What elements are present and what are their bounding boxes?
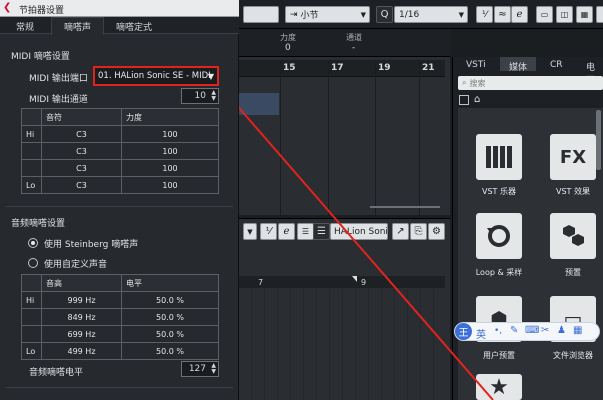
stepper-arrows-icon: ▲ ▼ [211, 89, 216, 102]
radio-steinberg-click[interactable] [28, 238, 38, 248]
table-row[interactable]: Lo 499 Hz 50.0 % [21, 342, 219, 360]
audio-pitch-table: 音高 电平 Hi 999 Hz 50.0 % 849 Hz 50.0 % 699… [21, 274, 219, 360]
table-row[interactable]: C3 100 [21, 142, 219, 160]
table-row[interactable]: 849 Hz 50.0 % [21, 308, 219, 326]
tab-click-pattern[interactable]: 嘀嗒定式 [116, 20, 152, 33]
row-label: Hi [21, 125, 42, 143]
midi-port-value: 01. HALion Sonic SE - MIDI [98, 71, 211, 81]
midi-port-select[interactable]: 01. HALion Sonic SE - MIDI ▼ [93, 66, 219, 86]
table-row[interactable]: Lo C3 100 [21, 176, 219, 194]
midi-port-label: MIDI 输出端口 [29, 74, 88, 84]
row-label [21, 142, 42, 160]
row-label [21, 308, 42, 326]
dialog-title: 节拍器设置 [19, 6, 65, 16]
pitch-cell[interactable]: 699 Hz [41, 325, 122, 343]
velocity-cell[interactable]: 100 [121, 125, 219, 143]
chevron-down-icon: ▼ [207, 71, 214, 81]
table-header-row: 音高 电平 [21, 274, 219, 292]
note-cell[interactable]: C3 [41, 142, 122, 160]
pitch-cell[interactable]: 849 Hz [41, 308, 122, 326]
app-logo-icon: ❮ [3, 2, 12, 13]
metronome-settings-dialog: ❮ 节拍器设置 常规 嘀嗒声 嘀嗒定式 MIDI 嘀嗒设置 MIDI 输出端口 … [0, 0, 239, 400]
table-header-row: 音符 力度 [21, 108, 219, 126]
audio-level-stepper[interactable]: 127 ▲ ▼ [181, 361, 219, 377]
radio-steinberg-label: 使用 Steinberg 嘀嗒声 [44, 240, 139, 250]
table-header: 音符 [41, 108, 122, 126]
level-cell[interactable]: 50.0 % [121, 308, 219, 326]
audio-level-label: 音频嘀嗒电平 [29, 368, 84, 378]
audio-level-value: 127 [188, 364, 206, 374]
radio-custom-label: 使用自定义声音 [44, 260, 108, 270]
row-label: Hi [21, 291, 42, 309]
velocity-cell[interactable]: 100 [121, 142, 219, 160]
table-row[interactable]: Hi 999 Hz 50.0 % [21, 291, 219, 309]
table-header: 力度 [121, 108, 219, 126]
velocity-cell[interactable]: 100 [121, 176, 219, 194]
tab-click-label: 嘀嗒声 [64, 23, 92, 33]
pitch-cell[interactable]: 499 Hz [41, 342, 122, 360]
midi-channel-label: MIDI 输出通道 [29, 95, 88, 105]
row-label [21, 325, 42, 343]
radio-selected-dot [31, 241, 35, 245]
section-divider [6, 387, 233, 388]
level-cell[interactable]: 50.0 % [121, 325, 219, 343]
midi-section-title: MIDI 嘀嗒设置 [11, 52, 70, 62]
row-label [21, 159, 42, 177]
pitch-cell[interactable]: 999 Hz [41, 291, 122, 309]
table-row[interactable]: Hi C3 100 [21, 125, 219, 143]
radio-custom-sound[interactable] [28, 258, 38, 268]
midi-notes-table: 音符 力度 Hi C3 100 C3 100 C3 100 Lo C3 100 [21, 108, 219, 194]
table-header: 电平 [121, 274, 219, 292]
table-header [21, 274, 42, 292]
section-divider [6, 206, 233, 207]
audio-section-title: 音频嘀嗒设置 [11, 219, 66, 229]
table-row[interactable]: C3 100 [21, 159, 219, 177]
tab-general[interactable]: 常规 [16, 20, 34, 33]
table-header [21, 108, 42, 126]
midi-channel-value: 10 [194, 91, 206, 101]
note-cell[interactable]: C3 [41, 176, 122, 194]
level-cell[interactable]: 50.0 % [121, 342, 219, 360]
table-row[interactable]: 699 Hz 50.0 % [21, 325, 219, 343]
note-cell[interactable]: C3 [41, 125, 122, 143]
row-label: Lo [21, 342, 42, 360]
level-cell[interactable]: 50.0 % [121, 291, 219, 309]
midi-channel-stepper[interactable]: 10 ▲ ▼ [181, 88, 219, 104]
table-header: 音高 [41, 274, 122, 292]
note-cell[interactable]: C3 [41, 159, 122, 177]
stepper-arrows-icon: ▲ ▼ [211, 362, 216, 375]
row-label: Lo [21, 176, 42, 194]
velocity-cell[interactable]: 100 [121, 159, 219, 177]
